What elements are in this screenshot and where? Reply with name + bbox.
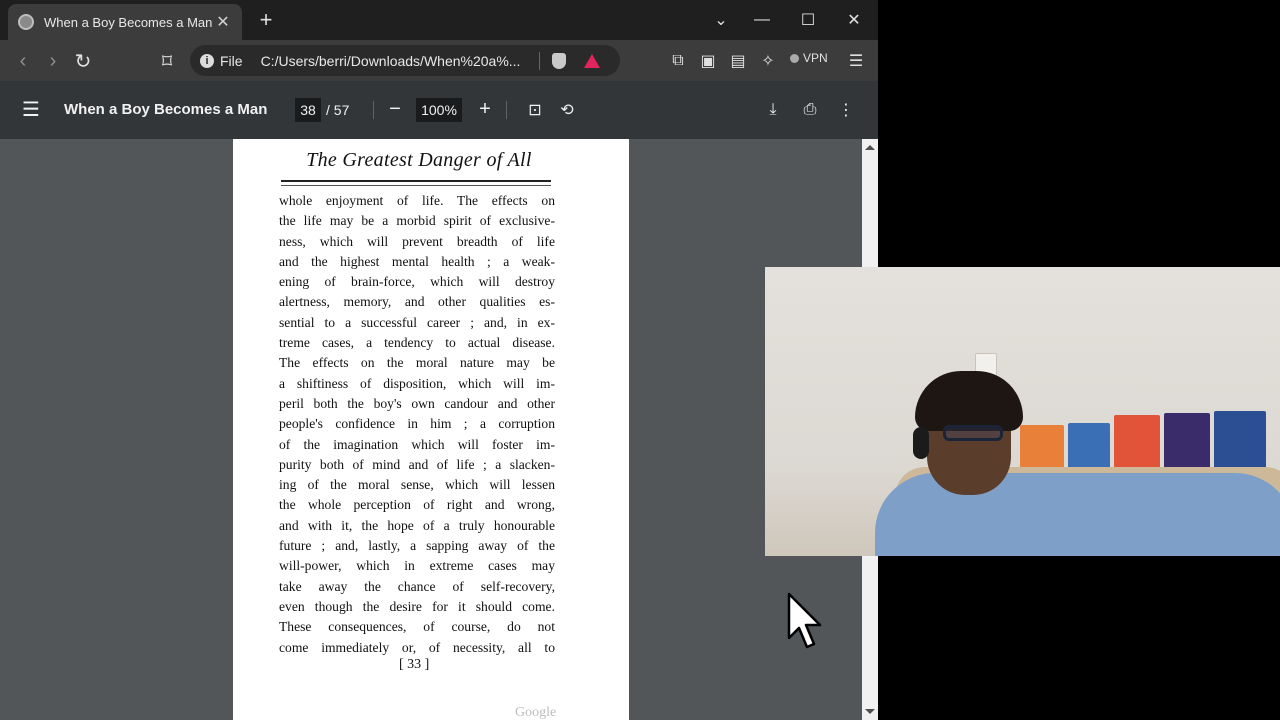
mouse-cursor-icon [787,592,822,649]
extensions-icon[interactable]: ⧉ [667,50,689,72]
text-line: ing of the moral sense, which will lesse… [279,477,555,493]
pdf-viewer[interactable]: The Greatest Danger of All whole enjoyme… [0,139,862,720]
zoom-in-button[interactable]: + [473,97,497,121]
divider [373,101,374,119]
text-line: take away the chance of self-recovery, [279,578,555,594]
pdf-toolbar: ☰ When a Boy Becomes a Man 38 / 57 − 100… [0,81,878,139]
text-line: whole enjoyment of life. The effects on [279,193,555,208]
text-line: of the imagination which will foster im- [279,436,555,452]
vpn-label: VPN [803,51,828,65]
fit-page-icon[interactable]: ⊡ [524,99,546,121]
person-shirt [875,473,1280,556]
scroll-down-icon[interactable] [865,709,875,714]
text-line: purity both of mind and of life ; a slac… [279,456,555,472]
divider [506,101,507,119]
divider [538,51,540,70]
text-line: These consequences, of course, do not [279,619,555,635]
text-line: alertness, memory, and other qualities e… [279,294,555,310]
text-line: will-power, which in extreme cases may [279,558,555,574]
minimize-button[interactable]: — [746,6,778,34]
webcam-overlay [765,267,1280,556]
brave-shield-icon[interactable] [551,52,566,69]
pdf-title: When a Boy Becomes a Man [64,101,268,118]
back-button[interactable]: ‹ [10,48,36,74]
glasses [943,425,1003,441]
zoom-level-input[interactable]: 100% [416,98,462,122]
page-number: [ 33 ] [399,657,430,672]
text-line: future ; and, lastly, a sapping away of … [279,538,555,554]
tab-active[interactable]: When a Boy Becomes a Man ✕ [8,4,242,40]
text-line: treme cases, a tendency to actual diseas… [279,335,555,351]
page-heading: The Greatest Danger of All [306,149,532,171]
text-line: even though the desire for it should com… [279,598,555,614]
google-watermark: Google [515,705,557,720]
heading-rule [281,180,551,182]
text-line: ness, which will prevent breadth of life [279,233,555,249]
wallet-icon[interactable]: ▤ [727,50,749,72]
browser-toolbar: ‹ › ↻ ⌑ i File C:/Users/berri/Downloads/… [0,40,878,81]
tab-close-icon[interactable]: ✕ [214,12,232,32]
text-line: the life may be a morbid spirit of exclu… [279,213,555,229]
browser-window: When a Boy Becomes a Man ✕ + ⌄ — ☐ ✕ ‹ ›… [0,0,878,720]
tab-strip: When a Boy Becomes a Man ✕ + ⌄ — ☐ ✕ [0,0,878,40]
tab-search-icon[interactable]: ⌄ [705,6,737,34]
text-line: and the highest mental health ; a weak- [279,253,555,269]
rotate-icon[interactable]: ⟲ [556,99,578,121]
page-number-input[interactable]: 38 [295,98,321,122]
page-body: whole enjoyment of life. The effects on t… [279,191,555,658]
text-line: and with it, the hope of a truly honoura… [279,517,555,533]
maximize-button[interactable]: ☐ [792,6,824,34]
print-icon[interactable]: ⎙ [799,99,821,121]
scroll-up-icon[interactable] [865,145,875,150]
tab-title: When a Boy Becomes a Man [44,14,213,30]
info-icon[interactable]: i [200,53,214,68]
more-options-icon[interactable]: ⋮ [835,99,857,121]
heading-rule [281,185,551,186]
text-line: ening of brain-force, which will destroy [279,274,555,290]
text-line: a shiftiness of disposition, which will … [279,375,555,391]
zoom-out-button[interactable]: − [383,97,407,121]
text-line: the whole perception of right and wrong, [279,497,555,513]
globe-icon [18,14,34,30]
url-text[interactable]: C:/Users/berri/Downloads/When%20a%... [261,53,527,69]
page-total: / 57 [326,102,350,118]
vpn-button[interactable]: VPN [790,51,828,65]
url-scheme: File [220,52,243,69]
headphones [913,427,929,459]
text-line: sential to a successful career ; and, in… [279,314,555,330]
download-icon[interactable]: ⤓ [762,99,784,121]
sidebar-icon[interactable]: ▣ [697,50,719,72]
close-window-button[interactable]: ✕ [838,6,870,34]
text-line: come immediately or, of necessity, all t… [279,639,555,655]
forward-button[interactable]: › [40,48,66,74]
text-line: The effects on the moral nature may be [279,355,555,371]
leo-ai-icon[interactable]: ✧ [757,50,779,72]
text-line: peril both the boy's own candour and oth… [279,395,555,411]
pdf-page: The Greatest Danger of All whole enjoyme… [233,139,629,720]
menu-icon[interactable]: ☰ [845,50,867,72]
new-tab-button[interactable]: + [254,8,278,32]
bookmark-icon[interactable]: ⌑ [154,48,180,74]
vpn-status-icon [790,53,799,63]
person-hair [915,371,1023,431]
address-bar[interactable]: i File C:/Users/berri/Downloads/When%20a… [190,45,620,76]
brave-rewards-icon[interactable] [583,53,600,68]
text-line: people's confidence in him ; a corruptio… [279,416,555,432]
reload-button[interactable]: ↻ [70,48,96,74]
pdf-sidebar-menu-icon[interactable]: ☰ [22,100,42,120]
